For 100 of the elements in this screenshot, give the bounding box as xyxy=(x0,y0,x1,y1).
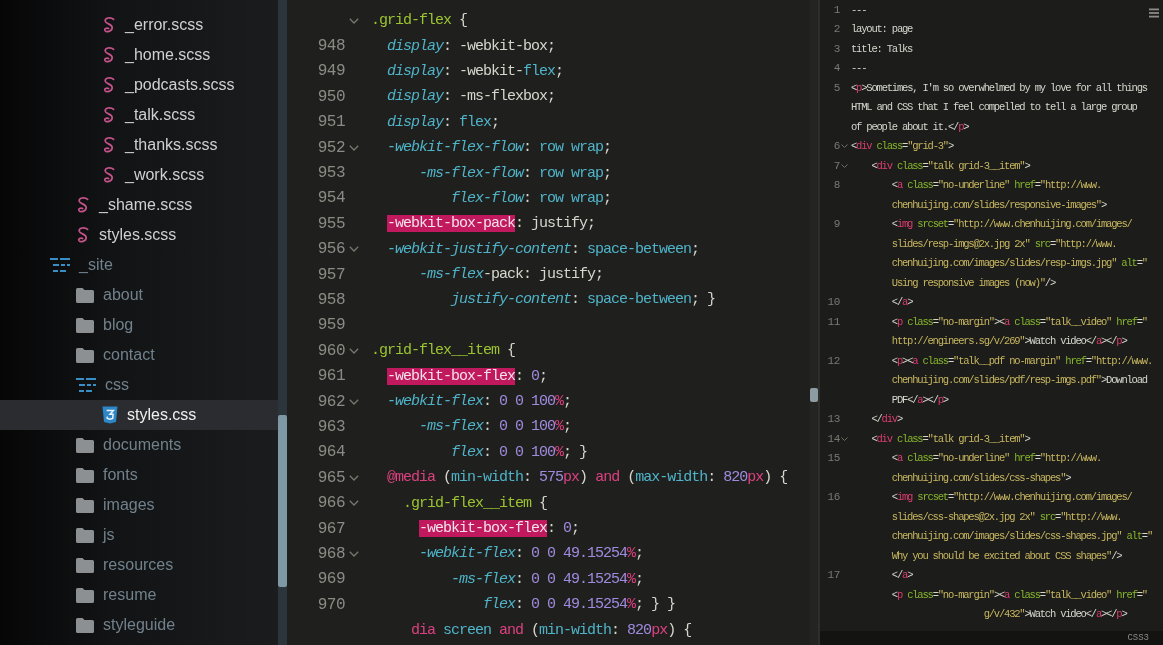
line-number: 9 xyxy=(833,218,840,231)
folder-item[interactable]: documents xyxy=(0,430,278,460)
folder-item[interactable]: resources xyxy=(0,550,278,580)
code-line: Using responsive images (now)"/> xyxy=(891,276,1056,289)
line-number: 956 xyxy=(317,240,345,259)
line-number: 960 xyxy=(317,341,345,360)
swirl-icon xyxy=(102,166,116,184)
folder-item[interactable]: contact xyxy=(0,340,278,370)
line-number: 951 xyxy=(317,113,345,132)
chevron-down-icon[interactable] xyxy=(349,144,359,151)
menu-icon[interactable] xyxy=(1149,8,1159,18)
swirl-icon xyxy=(76,196,90,214)
line-number: 969 xyxy=(317,570,345,589)
folder-item[interactable]: fonts xyxy=(0,460,278,490)
line-number: 12 xyxy=(827,354,840,367)
file-item[interactable]: _podcasts.scss xyxy=(0,70,278,100)
shield-icon xyxy=(102,406,118,424)
line-number: 950 xyxy=(317,87,345,106)
code-line: <p>Sometimes, I'm so overwhelmed by my love for all things xyxy=(851,81,1147,94)
file-item[interactable]: _error.scss xyxy=(0,10,278,40)
chevron-down-icon[interactable] xyxy=(841,436,848,441)
code-line: dia screen and (min-width: 820px) { xyxy=(411,621,692,639)
scrollbar-thumb[interactable] xyxy=(278,415,287,587)
line-number: 953 xyxy=(317,164,345,183)
chevron-down-icon[interactable] xyxy=(349,500,359,507)
code-line: flex-flow: row wrap; xyxy=(451,189,612,207)
line-number: 965 xyxy=(317,468,345,487)
code-line: <p><a class="talk__pdf no-margin" href="http://www. xyxy=(891,354,1153,367)
file-item[interactable]: _home.scss xyxy=(0,40,278,70)
chevron-down-icon[interactable] xyxy=(349,550,359,557)
line-number: 13 xyxy=(827,413,840,426)
code-line: display: flex; xyxy=(387,113,500,131)
code-line: <img srcset="http://www.chenhuijing.com/images/ xyxy=(891,218,1132,231)
line-number: 11 xyxy=(827,315,840,328)
syntax-label[interactable]: CSS3 xyxy=(1127,633,1149,643)
line-number: 2 xyxy=(833,23,840,36)
line-number: 7 xyxy=(833,159,840,172)
line-number: 8 xyxy=(833,179,840,192)
file-item[interactable]: _talk.scss xyxy=(0,100,278,130)
code-line: <div class="grid-3"> xyxy=(851,140,954,153)
code-line: <a class="no-underline" href="http://www. xyxy=(891,452,1101,465)
line-number: 962 xyxy=(317,392,345,411)
line-number: 963 xyxy=(317,417,345,436)
code-line: -webkit-box-flex: 0; xyxy=(387,367,548,385)
folder-item[interactable]: blog xyxy=(0,310,278,340)
code-line: <a class="no-underline" href="http://www. xyxy=(891,179,1101,192)
file-item[interactable]: _work.scss xyxy=(0,160,278,190)
code-line: <img srcset="http://www.chenhuijing.com/images/ xyxy=(891,491,1132,504)
code-line: -webkit-flex: 0 0 49.15254%; xyxy=(419,545,644,563)
code-line: -webkit-flex-flow: row wrap; xyxy=(387,139,612,157)
file-item[interactable]: _shame.scss xyxy=(0,190,278,220)
line-number: 1 xyxy=(833,3,840,16)
code-line: chenhuijing.com/slides/responsive-images"> xyxy=(891,198,1107,211)
code-line: </div> xyxy=(871,413,903,426)
code-line: HTML and CSS that I feel compelled to tell a large group xyxy=(851,101,1137,114)
code-line: -ms-flex-flow: row wrap; xyxy=(419,164,612,182)
chevron-down-icon[interactable] xyxy=(349,347,359,354)
folder-item[interactable]: _site xyxy=(0,250,278,280)
chevron-down-icon[interactable] xyxy=(349,17,359,24)
folder-item[interactable]: css xyxy=(0,370,278,400)
line-number: 966 xyxy=(317,494,345,513)
swirl-icon xyxy=(102,136,116,154)
line-number: 6 xyxy=(833,140,840,153)
code-line: <div class="talk grid-3__item"> xyxy=(871,159,1030,172)
code-line: display: -webkit-box; xyxy=(387,37,556,55)
chevron-down-icon[interactable] xyxy=(349,246,359,253)
folder-item[interactable]: about xyxy=(0,280,278,310)
line-number: 948 xyxy=(317,37,345,56)
code-line: chenhuijing.com/slides/pdf/resp-imgs.pdf">Download xyxy=(891,374,1147,387)
code-line: --- xyxy=(851,62,867,75)
line-number: 964 xyxy=(317,443,345,462)
code-line: <div class="talk grid-3__item"> xyxy=(871,432,1030,445)
code-line: </a> xyxy=(891,296,913,309)
code-line: .grid-flex { xyxy=(371,12,468,30)
code-line: chenhuijing.com/slides/css-shapes"> xyxy=(891,471,1071,484)
line-number: 959 xyxy=(317,316,345,335)
chevron-down-icon[interactable] xyxy=(841,163,848,168)
scrollbar-thumb[interactable] xyxy=(810,388,818,402)
chevron-down-icon[interactable] xyxy=(841,144,848,149)
swirl-icon xyxy=(102,16,116,34)
code-line: chenhuijing.com/images/slides/resp-imgs.jpg" alt=" xyxy=(891,257,1147,270)
code-line: --- xyxy=(851,3,867,16)
folder-item[interactable]: js xyxy=(0,520,278,550)
code-line: display: -webkit-flex; xyxy=(387,62,564,80)
swirl-icon xyxy=(102,76,116,94)
code-line: -ms-flex: 0 0 100%; xyxy=(419,418,572,436)
code-line: flex: 0 0 100%; } xyxy=(451,443,588,461)
file-item[interactable]: styles.css xyxy=(0,400,278,430)
file-item[interactable]: _thanks.scss xyxy=(0,130,278,160)
line-number: 3 xyxy=(833,42,840,55)
line-number: 955 xyxy=(317,214,345,233)
folder-item[interactable]: images xyxy=(0,490,278,520)
file-item[interactable]: styles.scss xyxy=(0,220,278,250)
chevron-down-icon[interactable] xyxy=(349,398,359,405)
folder-item[interactable]: resume xyxy=(0,580,278,610)
code-line: .grid-flex__item { xyxy=(371,342,516,360)
line-number: 4 xyxy=(833,62,840,75)
chevron-down-icon[interactable] xyxy=(349,474,359,481)
code-line: .grid-flex__item { xyxy=(403,494,548,512)
folder-item[interactable]: styleguide xyxy=(0,610,278,640)
